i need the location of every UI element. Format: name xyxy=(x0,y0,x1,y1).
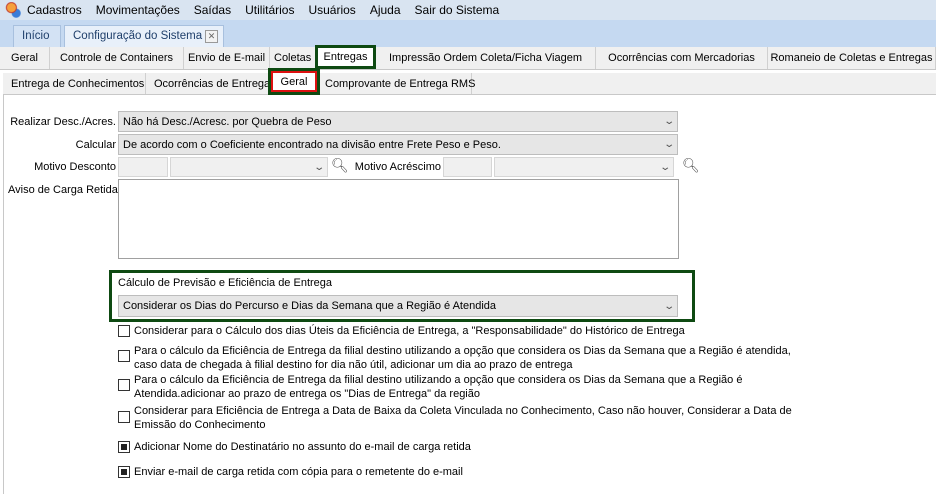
calculo-select[interactable]: Considerar os Dias do Percurso e Dias da… xyxy=(118,295,678,317)
checkbox-copia-remetente[interactable] xyxy=(118,466,130,478)
tab-label: Controle de Containers xyxy=(59,52,174,64)
checkbox-nome-destinatario[interactable] xyxy=(118,441,130,453)
motivo-acrescimo-code-input[interactable] xyxy=(443,157,492,177)
calculo-value: Considerar os Dias do Percurso e Dias da… xyxy=(123,300,497,312)
panel-border xyxy=(3,95,4,494)
motivo-acrescimo-select[interactable]: ⌄ xyxy=(494,157,674,177)
checkbox-dia-nao-util[interactable] xyxy=(118,350,130,362)
tab-configuracao[interactable]: Configuração do Sistema ✕ xyxy=(64,25,224,47)
motivo-acrescimo-label: Motivo Acréscimo xyxy=(354,161,441,173)
menu-saidas[interactable]: Saídas xyxy=(194,3,231,17)
chevron-down-icon: ⌄ xyxy=(662,116,675,127)
app-logo-icon xyxy=(5,2,21,18)
tab-entregas[interactable]: Entregas xyxy=(315,45,376,69)
checkbox-dia-nao-util-label: Para o cálculo da Eficiência de Entrega … xyxy=(134,345,791,371)
search-icon[interactable]: 🔍︎ xyxy=(331,157,349,174)
tab-label: Ocorrências com Mercadorias xyxy=(608,52,755,64)
motivo-desconto-code-input[interactable] xyxy=(118,157,168,177)
tab-impressao-ordem[interactable]: Impressão Ordem Coleta/Ficha Viagem xyxy=(376,47,596,69)
subtab-entrega-conhecimentos[interactable]: Entrega de Conhecimentos xyxy=(3,73,146,94)
close-icon[interactable]: ✕ xyxy=(205,30,218,43)
document-tabs: Início Configuração do Sistema ✕ xyxy=(0,20,936,47)
chevron-down-icon: ⌄ xyxy=(658,161,671,173)
tab-label: Geral xyxy=(11,52,38,64)
checkbox-responsabilidade-label: Considerar para o Cálculo dos dias Úteis… xyxy=(134,325,685,337)
menu-cadastros[interactable]: Cadastros xyxy=(27,3,82,17)
aviso-label: Aviso de Carga Retida xyxy=(8,184,118,196)
subtab-geral[interactable]: Geral xyxy=(268,68,320,95)
subtab-comprovante-rms[interactable]: Comprovante de Entrega RMS xyxy=(317,73,476,94)
motivo-desconto-select[interactable]: ⌄ xyxy=(170,157,328,177)
tab-geral[interactable]: Geral xyxy=(0,47,50,69)
motivo-desconto-label: Motivo Desconto xyxy=(34,161,116,173)
tab-label: Envio de E-mail xyxy=(187,52,266,64)
config-tabs: Geral Controle de Containers Envio de E-… xyxy=(0,45,936,70)
realizar-label: Realizar Desc./Acres. xyxy=(10,116,116,128)
tab-label: Comprovante de Entrega RMS xyxy=(325,77,476,90)
tab-label: Ocorrências de Entrega xyxy=(154,77,271,90)
checkbox-data-baixa-coleta[interactable] xyxy=(118,411,130,423)
subtab-ocorrencias-entrega[interactable]: Ocorrências de Entrega xyxy=(146,73,271,94)
tab-label: Impressão Ordem Coleta/Ficha Viagem xyxy=(389,52,582,64)
calcular-select[interactable]: De acordo com o Coeficiente encontrado n… xyxy=(118,134,678,155)
realizar-select[interactable]: Não há Desc./Acresc. por Quebra de Peso ⌄ xyxy=(118,111,678,132)
calcular-value: De acordo com o Coeficiente encontrado n… xyxy=(123,138,501,151)
tab-label: Coletas xyxy=(274,52,312,64)
chevron-down-icon: ⌄ xyxy=(312,161,325,173)
calculo-label: Cálculo de Previsão e Eficiência de Entr… xyxy=(118,277,333,289)
tab-label: Geral xyxy=(280,75,308,88)
checkbox-dias-entrega[interactable] xyxy=(118,379,130,391)
tab-envio-email[interactable]: Envio de E-mail xyxy=(184,47,270,69)
search-icon[interactable]: 🔍︎ xyxy=(682,157,700,174)
chevron-down-icon: ⌄ xyxy=(662,300,675,312)
tab-romaneio[interactable]: Romaneio de Coletas e Entregas xyxy=(768,47,936,69)
menu-usuarios[interactable]: Usuários xyxy=(308,3,355,17)
tab-ocorrencias-mercadorias[interactable]: Ocorrências com Mercadorias xyxy=(596,47,768,69)
checkbox-dias-entrega-label: Para o cálculo da Eficiência de Entrega … xyxy=(134,374,743,400)
menu-sair[interactable]: Sair do Sistema xyxy=(415,3,500,17)
calcular-label: Calcular xyxy=(75,139,116,151)
checkbox-data-baixa-coleta-label: Considerar para Eficiência de Entrega a … xyxy=(134,405,792,431)
checkbox-responsabilidade[interactable] xyxy=(118,325,130,337)
chevron-down-icon: ⌄ xyxy=(662,139,675,150)
tab-label: Entregas xyxy=(323,51,368,63)
sub-tabs: Entrega de Conhecimentos Ocorrências de … xyxy=(3,68,936,95)
aviso-textarea[interactable] xyxy=(118,179,679,259)
tab-inicio[interactable]: Início xyxy=(13,25,61,47)
tab-configuracao-label: Configuração do Sistema xyxy=(73,30,203,42)
menu-utilitarios[interactable]: Utilitários xyxy=(245,3,294,17)
checkbox-copia-remetente-label: Enviar e-mail de carga retida com cópia … xyxy=(134,466,463,478)
tab-inicio-label: Início xyxy=(22,30,50,42)
tab-coletas[interactable]: Coletas xyxy=(270,47,315,69)
tab-controle-containers[interactable]: Controle de Containers xyxy=(50,47,184,69)
checkbox-nome-destinatario-label: Adicionar Nome do Destinatário no assunt… xyxy=(134,441,471,453)
tab-label: Entrega de Conhecimentos xyxy=(11,77,145,90)
menu-movimentacoes[interactable]: Movimentações xyxy=(96,3,180,17)
menu-bar: Cadastros Movimentações Saídas Utilitári… xyxy=(0,0,936,20)
realizar-value: Não há Desc./Acresc. por Quebra de Peso xyxy=(123,115,332,128)
tab-label: Romaneio de Coletas e Entregas xyxy=(770,52,933,64)
menu-ajuda[interactable]: Ajuda xyxy=(370,3,401,17)
